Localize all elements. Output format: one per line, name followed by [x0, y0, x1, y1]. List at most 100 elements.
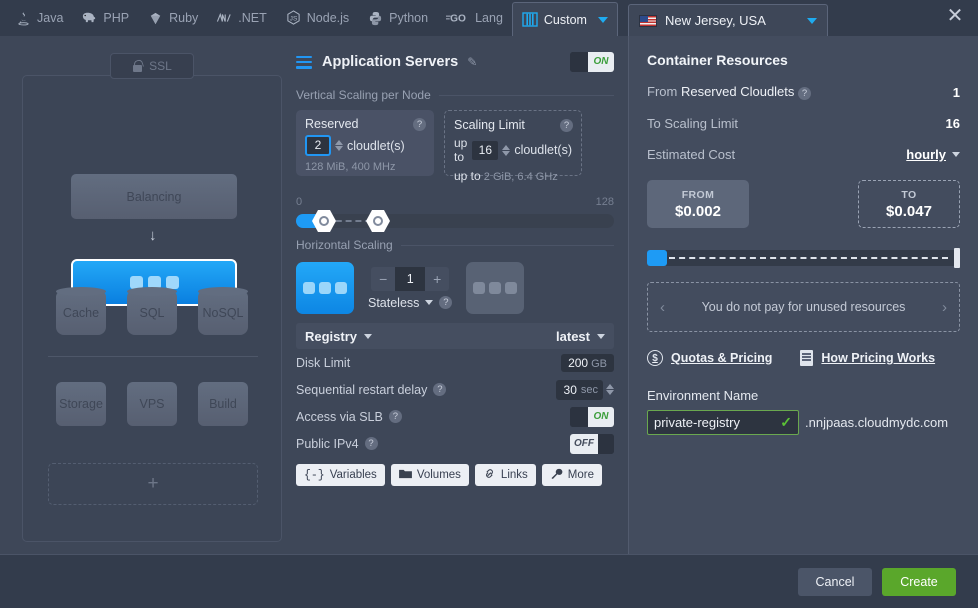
cost-from-value: $0.002	[675, 202, 721, 220]
cost-range-slider[interactable]	[647, 248, 960, 268]
cost-slider-end-handle[interactable]	[954, 248, 960, 268]
balancing-label: Balancing	[126, 189, 182, 204]
tab-java[interactable]: Java	[6, 0, 72, 36]
chevron-down-icon[interactable]	[807, 17, 817, 24]
help-icon[interactable]: ?	[798, 87, 812, 100]
chevron-down-icon[interactable]	[952, 152, 960, 157]
sql-label: SQL	[139, 306, 165, 320]
restart-delay-input[interactable]: 30 sec	[555, 379, 603, 400]
variables-button[interactable]: {-} Variables	[296, 464, 385, 486]
cost-to-label: TO	[901, 188, 917, 201]
build-node[interactable]: Build	[198, 382, 248, 426]
menu-icon[interactable]	[296, 55, 312, 69]
volumes-button[interactable]: Volumes	[390, 464, 469, 486]
toggle-knob	[598, 433, 614, 454]
page-title: Application Servers	[322, 54, 459, 70]
braces-icon: {-}	[304, 468, 325, 482]
tab-label: Python	[389, 11, 429, 25]
toggle-label: ON	[588, 406, 614, 427]
stateless-label: Stateless	[368, 295, 420, 310]
panel-header: Application Servers ✎ ON	[296, 50, 614, 74]
chevron-down-icon[interactable]	[597, 16, 608, 23]
storage-node[interactable]: Storage	[56, 382, 106, 426]
balancing-node[interactable]: Balancing	[71, 174, 237, 219]
nosql-node[interactable]: NoSQL	[198, 287, 248, 335]
scaling-limit-input[interactable]: 16	[472, 140, 499, 160]
access-slb-toggle[interactable]: ON	[570, 406, 614, 427]
environment-name-input[interactable]: private-registry ✓	[647, 410, 799, 435]
chevron-down-icon[interactable]	[425, 300, 434, 305]
scaling-limit-card: Scaling Limit ? up to 16 cloudlet(s) up …	[444, 110, 582, 183]
cost-slider-fill	[647, 250, 667, 266]
access-slb-row: Access via SLB ? ON	[296, 403, 614, 430]
from-reserved-label: From Reserved Cloudlets ?	[647, 84, 812, 100]
add-node-button[interactable]: +	[48, 463, 258, 505]
link-icon	[483, 468, 496, 482]
registry-selector[interactable]: Registry latest	[296, 323, 614, 349]
public-ipv4-toggle[interactable]: OFF	[570, 433, 614, 454]
close-icon[interactable]: ✕	[944, 6, 966, 28]
container-dot-icon	[303, 282, 315, 294]
environment-domain-suffix: .nnjpaas.cloudmydc.com	[805, 415, 949, 430]
cost-period-dropdown[interactable]: hourly	[906, 147, 960, 162]
registry-left[interactable]: Registry	[305, 329, 373, 344]
create-button[interactable]: Create	[882, 567, 956, 596]
chevron-down-icon[interactable]	[364, 333, 373, 339]
cache-node[interactable]: Cache	[56, 287, 106, 335]
extra-settings-buttons: {-} Variables Volumes Links More	[296, 464, 614, 486]
more-button[interactable]: More	[541, 464, 602, 486]
links-button[interactable]: Links	[474, 464, 536, 486]
increment-button[interactable]: +	[425, 267, 449, 291]
quotas-pricing-link[interactable]: $ Quotas & Pricing	[647, 350, 772, 366]
tab-custom[interactable]: Custom	[511, 2, 618, 36]
restart-delay-value: 30	[563, 382, 577, 397]
tab-dotnet[interactable]: .NET	[207, 0, 275, 36]
how-pricing-works-link[interactable]: How Pricing Works	[800, 350, 935, 366]
edit-pencil-icon[interactable]: ✎	[467, 55, 477, 69]
limit-unit: cloudlet(s)	[514, 143, 572, 157]
help-icon[interactable]: ?	[560, 119, 573, 132]
vertical-scaling-slider[interactable]: 0 128	[296, 196, 614, 234]
help-icon[interactable]: ?	[433, 383, 447, 396]
tab-php[interactable]: PHP	[72, 0, 138, 36]
help-icon[interactable]: ?	[439, 296, 453, 309]
help-icon[interactable]: ?	[364, 437, 378, 450]
usa-flag-icon	[639, 14, 657, 27]
tab-label: Java	[37, 11, 64, 25]
vps-node[interactable]: VPS	[127, 382, 177, 426]
restart-delay-stepper[interactable]	[606, 384, 614, 395]
disk-limit-input[interactable]: 200 GB	[561, 353, 614, 372]
stateless-dropdown[interactable]: Stateless ?	[368, 295, 453, 310]
node-count-value[interactable]: 1	[395, 266, 426, 291]
region-selector-tab[interactable]: New Jersey, USA	[628, 4, 828, 36]
ssl-badge[interactable]: SSL	[110, 53, 194, 79]
scaling-limit-stepper[interactable]	[502, 144, 511, 156]
help-icon[interactable]: ?	[413, 118, 426, 131]
registry-tag[interactable]: latest	[556, 329, 605, 344]
ruby-gem-icon	[147, 10, 164, 27]
tab-python[interactable]: Python	[358, 0, 437, 36]
tab-go-lang[interactable]: GO Lang	[437, 0, 512, 36]
sql-node[interactable]: SQL	[127, 287, 177, 335]
help-icon[interactable]: ?	[388, 410, 402, 423]
next-arrow-icon[interactable]: ›	[942, 299, 947, 316]
reserved-stepper[interactable]	[335, 140, 343, 151]
scaling-node-active[interactable]	[296, 262, 354, 314]
tab-ruby[interactable]: Ruby	[138, 0, 207, 36]
scaling-node-placeholder[interactable]	[466, 262, 525, 314]
restart-delay-label-group: Sequential restart delay ?	[296, 383, 447, 397]
chevron-down-icon[interactable]	[597, 333, 605, 339]
reserved-cloudlets-input[interactable]: 2	[305, 135, 331, 156]
node-count-stepper[interactable]: − 1 +	[371, 266, 450, 291]
topology-panel: Balancing ↓ ↓ ↓ ↓ Cache SQL NoSQL Storag…	[22, 75, 282, 542]
panel-power-toggle[interactable]: ON	[570, 52, 614, 72]
public-ipv4-label-group: Public IPv4 ?	[296, 437, 378, 451]
prev-arrow-icon[interactable]: ‹	[660, 299, 665, 316]
decrement-button[interactable]: −	[371, 267, 395, 291]
section-title: Vertical Scaling per Node	[296, 88, 431, 102]
disk-limit-value: 200	[568, 355, 589, 370]
tab-nodejs[interactable]: JS Node.js	[276, 0, 358, 36]
plus-icon: +	[147, 473, 159, 494]
cost-to-value: $0.047	[886, 202, 932, 220]
cancel-button[interactable]: Cancel	[798, 567, 872, 596]
